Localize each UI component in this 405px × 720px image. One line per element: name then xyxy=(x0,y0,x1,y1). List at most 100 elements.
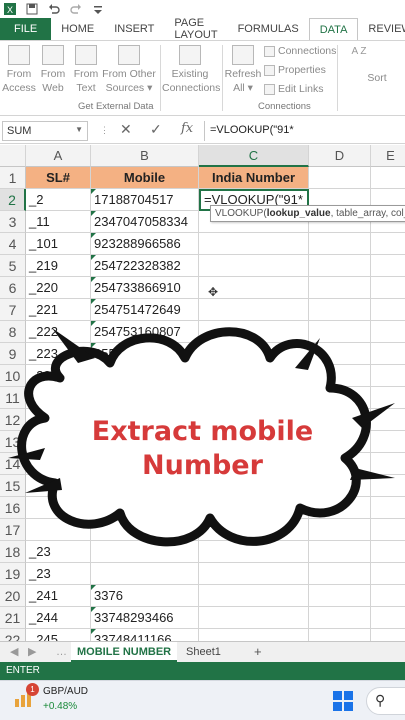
cell-a5[interactable]: _219 xyxy=(26,255,91,277)
insert-function-icon[interactable]: fx xyxy=(181,121,193,136)
undo-icon[interactable] xyxy=(48,3,60,15)
cell-a6[interactable]: _220 xyxy=(26,277,91,299)
cell-b6[interactable]: 254733866910 xyxy=(91,277,199,299)
from-access-button[interactable]: From Access xyxy=(2,45,36,95)
function-tooltip: VLOOKUP(lookup_value, table_array, col_i… xyxy=(210,205,405,222)
row-header[interactable]: 4 xyxy=(0,233,26,255)
save-icon[interactable] xyxy=(26,3,38,15)
cell-empty[interactable] xyxy=(309,233,371,255)
more-sheets-icon[interactable]: … xyxy=(50,642,73,662)
tab-review[interactable]: REVIEW xyxy=(358,18,405,40)
stock-widget[interactable]: 1 xyxy=(12,683,40,715)
overlay-caption-line-2: Number xyxy=(142,450,263,481)
row-header[interactable]: 20 xyxy=(0,585,26,607)
cell-empty[interactable] xyxy=(371,277,405,299)
search-icon: ⚲ xyxy=(375,692,386,708)
cell-empty[interactable] xyxy=(371,563,405,585)
from-text-button[interactable]: From Text xyxy=(69,45,103,95)
tooltip-function: VLOOKUP( xyxy=(215,208,267,219)
sheet-tab-sheet1[interactable]: Sheet1 xyxy=(180,642,227,662)
row-header[interactable]: 2 xyxy=(0,189,26,211)
cell-b4[interactable]: 923288966586 xyxy=(91,233,199,255)
column-header-c[interactable]: C xyxy=(199,145,309,167)
from-other-label-1: From Other xyxy=(102,68,156,80)
sort-az-button[interactable]: A Z xyxy=(344,45,374,59)
cell-a21[interactable]: _244 xyxy=(26,607,91,629)
customize-toolbar-icon[interactable] xyxy=(92,3,104,15)
column-header-d[interactable]: D xyxy=(309,145,371,167)
sort-button[interactable]: Sort xyxy=(362,71,392,85)
cell-empty[interactable] xyxy=(309,277,371,299)
cell-c21[interactable] xyxy=(199,607,309,629)
add-sheet-button[interactable]: + xyxy=(248,642,268,662)
tab-page-layout[interactable]: PAGE LAYOUT xyxy=(164,17,227,41)
header-cell-a[interactable]: SL# xyxy=(26,167,91,189)
select-all-corner[interactable] xyxy=(0,145,26,167)
existing-connections-button[interactable]: Existing Connections xyxy=(162,45,220,95)
column-header-e[interactable]: E xyxy=(371,145,405,167)
column-header-a[interactable]: A xyxy=(26,145,91,167)
row-header[interactable]: 6 xyxy=(0,277,26,299)
cell-a2[interactable]: _2 xyxy=(26,189,91,211)
cell-b21[interactable]: 33748293466 xyxy=(91,607,199,629)
row-header[interactable]: 3 xyxy=(0,211,26,233)
cell-empty[interactable] xyxy=(371,233,405,255)
ribbon-divider xyxy=(222,45,223,111)
from-other-sources-button[interactable]: From Other Sources ▾ xyxy=(102,45,156,95)
cell-empty[interactable] xyxy=(371,607,405,629)
tab-insert[interactable]: INSERT xyxy=(104,18,164,40)
search-box[interactable]: ⚲ xyxy=(366,687,405,715)
connections-button[interactable]: Connections xyxy=(264,45,336,57)
windows-taskbar: 1 GBP/AUD +0.48% ⚲ xyxy=(0,680,405,720)
cell-c5[interactable] xyxy=(199,255,309,277)
cell-b20[interactable]: 3376 xyxy=(91,585,199,607)
cell-empty[interactable] xyxy=(309,607,371,629)
cancel-icon[interactable]: ✕ xyxy=(120,121,132,138)
row-header[interactable]: 21 xyxy=(0,607,26,629)
other-sources-icon xyxy=(118,45,140,65)
cell-empty[interactable] xyxy=(371,585,405,607)
status-mode: ENTER xyxy=(6,665,40,676)
scroll-right-icon[interactable]: ▶ xyxy=(22,642,42,662)
enter-icon[interactable]: ✓ xyxy=(150,121,162,138)
cell-a3[interactable]: _11 xyxy=(26,211,91,233)
edit-links-button[interactable]: Edit Links xyxy=(264,83,324,95)
column-header-b[interactable]: B xyxy=(91,145,199,167)
windows-start-icon[interactable] xyxy=(333,691,353,711)
cell-empty[interactable] xyxy=(371,255,405,277)
refresh-all-button[interactable]: Refresh All ▾ xyxy=(224,45,262,95)
cell-c20[interactable] xyxy=(199,585,309,607)
cell-empty[interactable] xyxy=(309,563,371,585)
sheet-tab-mobile-number[interactable]: MOBILE NUMBER xyxy=(71,642,178,662)
redo-icon[interactable] xyxy=(70,3,82,15)
formula-input[interactable]: =VLOOKUP("91* xyxy=(204,121,405,141)
properties-button[interactable]: Properties xyxy=(264,64,326,76)
tab-home[interactable]: HOME xyxy=(51,18,104,40)
tab-file[interactable]: FILE xyxy=(0,18,52,40)
chevron-down-icon[interactable]: ▼ xyxy=(75,125,83,134)
tab-data[interactable]: DATA xyxy=(308,18,359,40)
header-cell-c[interactable]: India Number xyxy=(199,167,309,189)
cell-b19[interactable] xyxy=(91,563,199,585)
tab-formulas[interactable]: FORMULAS xyxy=(228,18,309,40)
row-header[interactable]: 1 xyxy=(0,167,26,189)
overlay-caption: Extract mobile Number xyxy=(0,415,405,483)
from-web-button[interactable]: From Web xyxy=(36,45,70,95)
cell-b5[interactable]: 254722328382 xyxy=(91,255,199,277)
row-header[interactable]: 5 xyxy=(0,255,26,277)
error-indicator-icon xyxy=(91,233,96,238)
cell-empty[interactable] xyxy=(309,255,371,277)
cell-a19[interactable]: _23 xyxy=(26,563,91,585)
row-header[interactable]: 19 xyxy=(0,563,26,585)
header-cell-b[interactable]: Mobile xyxy=(91,167,199,189)
cell-c4[interactable] xyxy=(199,233,309,255)
cell-c19[interactable] xyxy=(199,563,309,585)
cell-empty[interactable] xyxy=(309,585,371,607)
name-box[interactable]: SUM ▼ xyxy=(2,121,88,141)
cell-b2[interactable]: 17188704517 xyxy=(91,189,199,211)
cell-b3[interactable]: 2347047058334 xyxy=(91,211,199,233)
cell-a4[interactable]: _101 xyxy=(26,233,91,255)
cell-empty[interactable] xyxy=(309,167,371,189)
cell-empty[interactable] xyxy=(371,167,405,189)
cell-a20[interactable]: _241 xyxy=(26,585,91,607)
